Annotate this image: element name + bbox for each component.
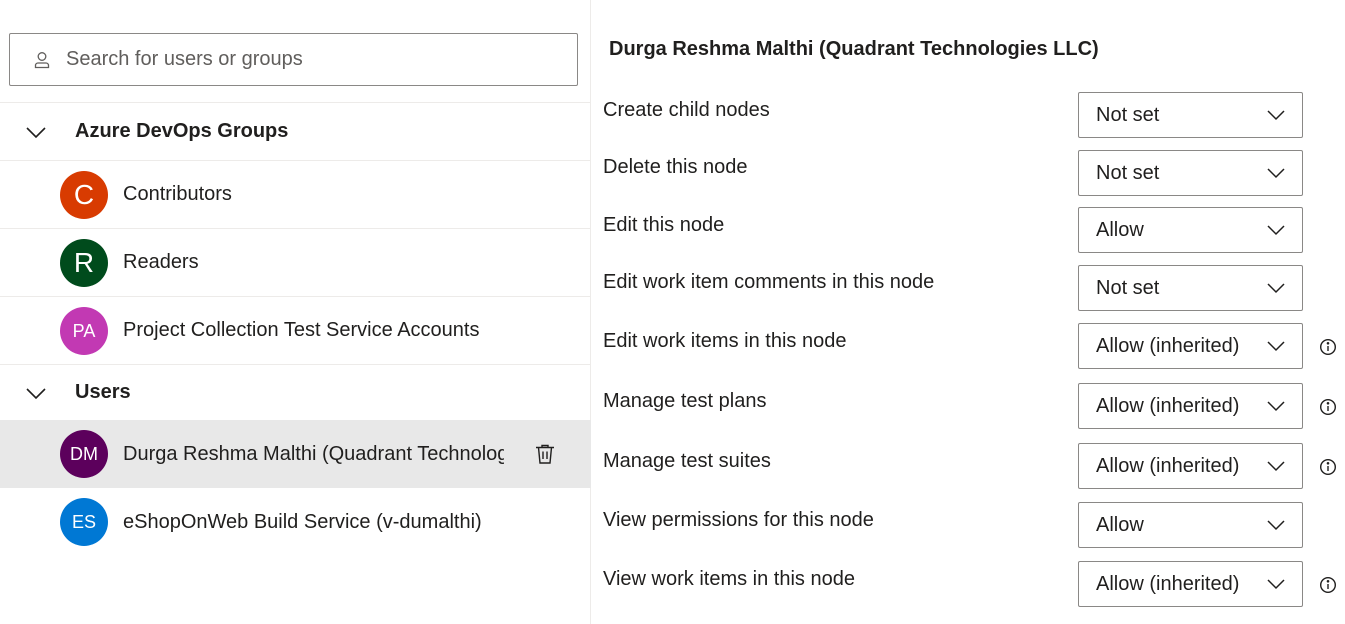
dropdown-value: Not set: [1096, 161, 1160, 184]
list-item-label: eShopOnWeb Build Service (v-dumalthi): [123, 510, 482, 533]
info-icon[interactable]: [1319, 338, 1337, 356]
list-item-durga-reshma-malthi[interactable]: DM Durga Reshma Malthi (Quadrant Technol…: [0, 420, 591, 488]
dropdown-value: Not set: [1096, 276, 1160, 299]
list-item-project-collection-test-service-accounts[interactable]: PA Project Collection Test Service Accou…: [0, 297, 591, 365]
permission-label: Edit work item comments in this node: [603, 271, 935, 293]
permission-dropdown-manage-test-suites[interactable]: Allow (inherited): [1078, 443, 1303, 489]
permission-dropdown-edit-work-items[interactable]: Allow (inherited): [1078, 323, 1303, 369]
avatar: R: [60, 239, 108, 287]
list-item-label: Durga Reshma Malthi (Quadrant Technologi…: [123, 442, 504, 465]
list-item-label: Readers: [123, 251, 199, 273]
dropdown-value: Allow (inherited): [1096, 394, 1240, 417]
dropdown-value: Allow (inherited): [1096, 334, 1240, 357]
group-header-users[interactable]: Users: [0, 365, 591, 420]
chevron-down-icon: [1267, 168, 1285, 179]
trash-icon[interactable]: [533, 442, 557, 466]
permission-dropdown-create-child-nodes[interactable]: Not set: [1078, 92, 1303, 138]
search-box[interactable]: [9, 33, 578, 86]
chevron-down-icon: [1267, 341, 1285, 352]
avatar-initials: C: [73, 179, 95, 210]
list-item-readers[interactable]: R Readers: [0, 229, 591, 297]
permission-label: View work items in this node: [603, 568, 855, 590]
permission-label: Manage test suites: [603, 450, 771, 472]
chevron-down-icon: [1267, 461, 1285, 472]
avatar-initials: PA: [72, 320, 96, 341]
info-icon[interactable]: [1319, 458, 1337, 476]
permission-label: View permissions for this node: [603, 509, 874, 531]
dropdown-value: Allow: [1096, 218, 1144, 241]
search-input[interactable]: [66, 48, 546, 71]
list-item-eshoponweb-build-service[interactable]: ES eShopOnWeb Build Service (v-dumalthi): [0, 488, 591, 556]
info-icon[interactable]: [1319, 398, 1337, 416]
group-header-label: Users: [75, 381, 131, 403]
list-item-contributors[interactable]: C Contributors: [0, 161, 591, 229]
permission-label: Delete this node: [603, 156, 748, 178]
identity-list-pane: Azure DevOps Groups C Contributors R Rea…: [0, 0, 591, 624]
info-icon[interactable]: [1319, 576, 1337, 594]
avatar: DM: [60, 430, 108, 478]
chevron-down-icon: [1267, 579, 1285, 590]
avatar-initials: R: [73, 247, 95, 278]
chevron-down-icon: [1267, 401, 1285, 412]
permissions-pane: Durga Reshma Malthi (Quadrant Technologi…: [592, 0, 1345, 624]
dropdown-value: Allow (inherited): [1096, 454, 1240, 477]
page-title: Durga Reshma Malthi (Quadrant Technologi…: [609, 38, 1099, 60]
avatar: C: [60, 171, 108, 219]
dropdown-value: Allow: [1096, 513, 1144, 536]
dropdown-value: Allow (inherited): [1096, 572, 1240, 595]
permission-label: Create child nodes: [603, 99, 770, 121]
avatar: PA: [60, 307, 108, 355]
permission-dropdown-view-permissions[interactable]: Allow: [1078, 502, 1303, 548]
permission-label: Manage test plans: [603, 390, 767, 412]
permission-label: Edit work items in this node: [603, 330, 847, 352]
group-header-azure-devops-groups[interactable]: Azure DevOps Groups: [0, 103, 591, 161]
permission-label: Edit this node: [603, 214, 725, 236]
list-item-label: Contributors: [123, 183, 232, 205]
permission-dropdown-view-work-items[interactable]: Allow (inherited): [1078, 561, 1303, 607]
permission-dropdown-edit-work-item-comments[interactable]: Not set: [1078, 265, 1303, 311]
avatar-initials: DM: [70, 443, 98, 464]
chevron-down-icon: [1267, 283, 1285, 294]
chevron-down-icon[interactable]: [25, 121, 47, 143]
avatar: ES: [60, 498, 108, 546]
group-header-label: Azure DevOps Groups: [75, 120, 289, 142]
permission-dropdown-manage-test-plans[interactable]: Allow (inherited): [1078, 383, 1303, 429]
chevron-down-icon: [1267, 225, 1285, 236]
dropdown-value: Not set: [1096, 103, 1160, 126]
chevron-down-icon: [1267, 520, 1285, 531]
person-icon: [34, 51, 50, 68]
chevron-down-icon: [1267, 110, 1285, 121]
list-item-label: Project Collection Test Service Accounts: [123, 319, 480, 341]
permission-dropdown-delete-this-node[interactable]: Not set: [1078, 150, 1303, 196]
permission-dropdown-edit-this-node[interactable]: Allow: [1078, 207, 1303, 253]
avatar-initials: ES: [71, 511, 96, 532]
chevron-down-icon[interactable]: [25, 382, 47, 404]
